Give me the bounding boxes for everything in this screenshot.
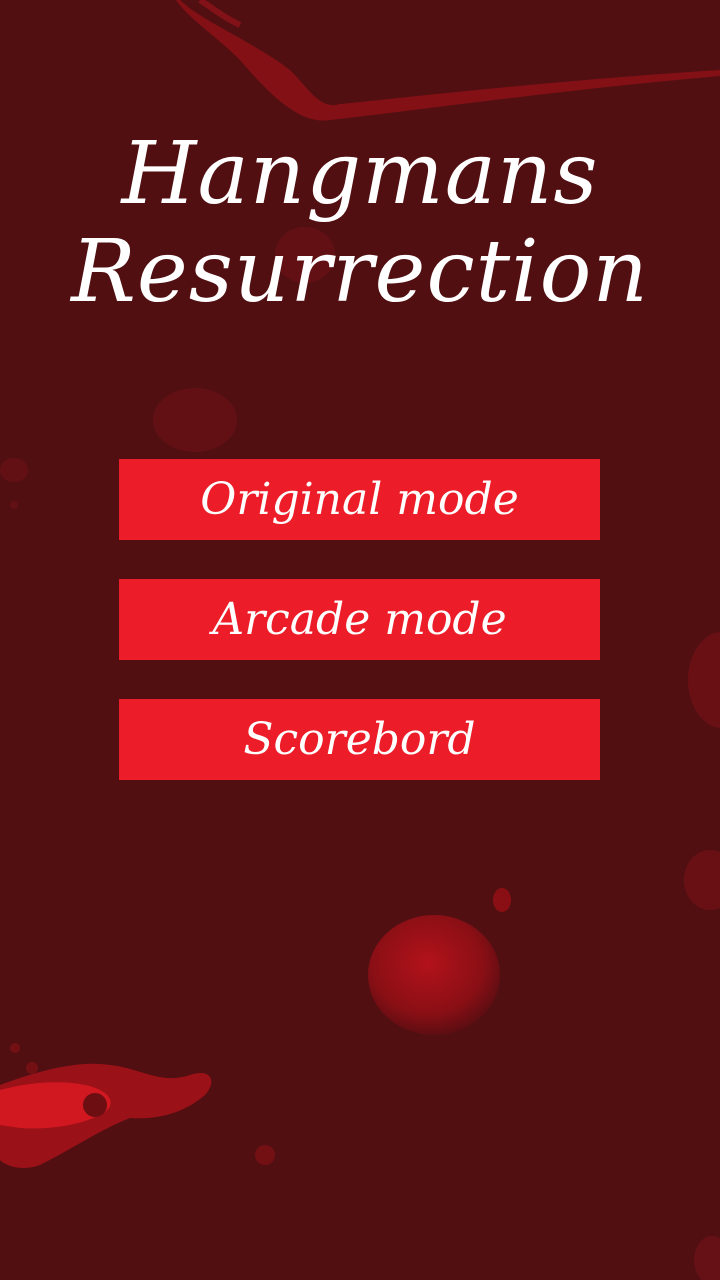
scoreboard-button[interactable]: Scorebord [119, 699, 600, 780]
game-title-line-1: Hangmans [121, 124, 599, 224]
arcade-mode-button[interactable]: Arcade mode [119, 579, 600, 660]
original-mode-button[interactable]: Original mode [119, 459, 600, 540]
game-title-line-2: Resurrection [71, 222, 649, 322]
blood-streak [176, 0, 720, 121]
